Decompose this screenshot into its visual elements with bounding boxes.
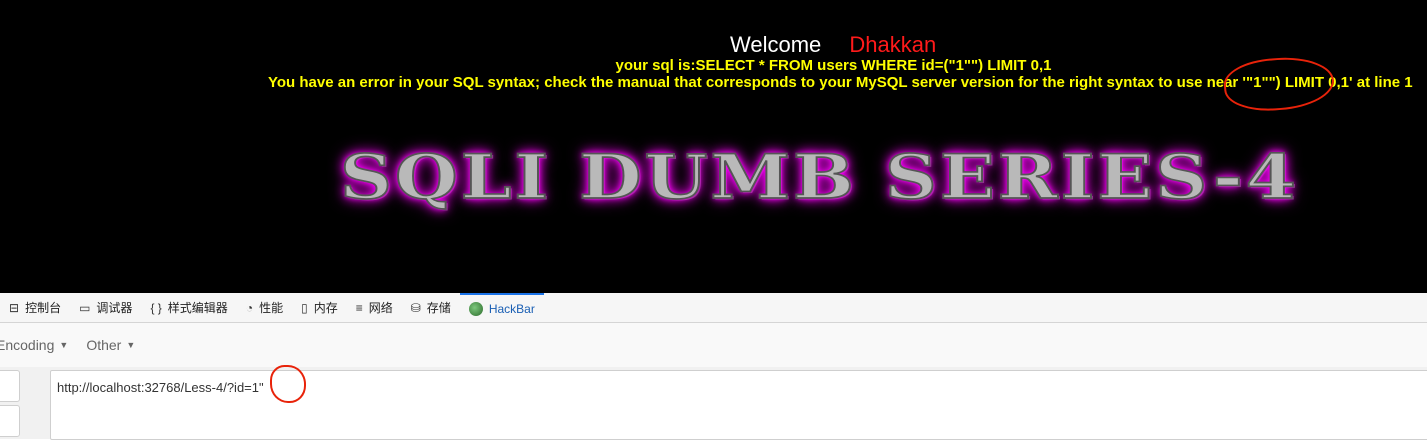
- tab-storage[interactable]: ⛁ 存储: [402, 293, 460, 322]
- debugger-icon: ▭: [79, 300, 91, 315]
- tab-label: 性能: [259, 301, 284, 315]
- tab-performance[interactable]: ◔ 性能: [237, 293, 292, 322]
- network-icon: ≡: [355, 300, 363, 315]
- braces-icon: { }: [150, 300, 162, 315]
- devtools-tab-bar: ⊟ 控制台 ▭ 调试器 { } 样式编辑器 ◔ 性能 ▯ 内存 ≡ 网络 ⛁ 存…: [0, 293, 1427, 323]
- memory-icon: ▯: [301, 300, 308, 315]
- tab-label: 网络: [368, 301, 393, 315]
- tab-label: 样式编辑器: [167, 301, 228, 315]
- chevron-down-icon: ▼: [126, 340, 136, 350]
- performance-icon: ◔: [245, 300, 254, 315]
- tab-label: 存储: [426, 301, 451, 315]
- welcome-text: Welcome: [730, 32, 822, 57]
- hackbar-body: http://localhost:32768/Less-4/?id=1": [0, 367, 1427, 440]
- tab-label: HackBar: [488, 301, 535, 316]
- tab-label: 控制台: [25, 301, 62, 315]
- other-menu-label: Other: [86, 337, 122, 353]
- encoding-menu-label: Encoding: [0, 337, 55, 353]
- load-url-button[interactable]: [0, 370, 20, 402]
- encoding-menu[interactable]: Encoding ▼: [0, 337, 68, 353]
- username-text: Dhakkan: [849, 32, 937, 57]
- chevron-down-icon: ▼: [59, 340, 69, 350]
- tab-label: 内存: [313, 301, 338, 315]
- sqli-page: Welcome Dhakkan your sql is:SELECT * FRO…: [0, 0, 1427, 293]
- tab-debugger[interactable]: ▭ 调试器: [70, 293, 141, 322]
- other-menu[interactable]: Other ▼: [86, 337, 135, 353]
- split-url-button[interactable]: [0, 405, 20, 437]
- hackbar-toolbar: Encoding ▼ Other ▼: [0, 323, 1427, 367]
- tab-style-editor[interactable]: { } 样式编辑器: [141, 293, 236, 322]
- tab-network[interactable]: ≡ 网络: [347, 293, 402, 322]
- welcome-line: Welcome Dhakkan: [730, 32, 936, 58]
- sqli-banner: SQLI DUMB SERIES-4: [339, 139, 1299, 213]
- console-icon: ⊟: [9, 300, 20, 315]
- hackbar-icon: [468, 301, 483, 316]
- annotation-circle-url: [270, 365, 306, 403]
- storage-icon: ⛁: [410, 300, 421, 315]
- tab-console[interactable]: ⊟ 控制台: [0, 293, 70, 322]
- tab-label: 调试器: [96, 301, 133, 315]
- tab-hackbar[interactable]: HackBar: [459, 293, 544, 322]
- url-input[interactable]: http://localhost:32768/Less-4/?id=1": [50, 370, 1427, 440]
- tab-memory[interactable]: ▯ 内存: [292, 293, 347, 322]
- sql-query-text: your sql is:SELECT * FROM users WHERE id…: [615, 57, 1052, 74]
